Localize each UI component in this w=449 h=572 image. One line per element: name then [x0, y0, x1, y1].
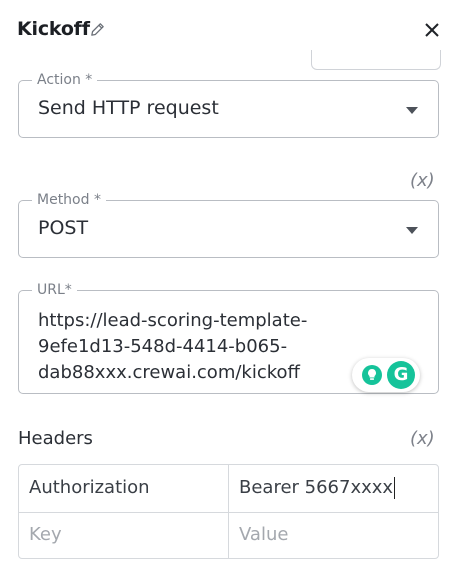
new-header-key-input[interactable]: Key [19, 512, 229, 559]
text-cursor [394, 477, 396, 499]
caret-down-icon[interactable] [406, 227, 418, 234]
method-label: Method * [32, 191, 106, 209]
close-icon[interactable] [423, 21, 441, 39]
method-variable-button[interactable]: (x) [410, 170, 435, 191]
panel-title: Kickoff [17, 18, 90, 40]
headers-variable-button[interactable]: (x) [410, 428, 435, 449]
grammarly-icon[interactable]: G [387, 361, 415, 389]
table-row: Authorization Bearer 5667xxxx [19, 465, 438, 513]
pencil-icon[interactable] [89, 21, 106, 38]
headers-table: Authorization Bearer 5667xxxx Key Value [18, 464, 439, 559]
grammarly-widget[interactable]: G [352, 358, 420, 392]
action-value: Send HTTP request [38, 97, 219, 119]
url-value[interactable]: https://lead-scoring-template- 9efe1d13-… [38, 308, 358, 386]
header-value-input[interactable]: Bearer 5667xxxx [229, 465, 438, 512]
scrolled-button-stub [311, 50, 441, 70]
header-key-input[interactable]: Authorization [19, 465, 229, 512]
headers-label: Headers [18, 428, 93, 449]
action-select[interactable]: Action * Send HTTP request [18, 71, 439, 138]
new-header-value-input[interactable]: Value [229, 512, 438, 559]
action-label: Action * [32, 71, 98, 89]
table-row: Key Value [19, 512, 438, 559]
lightbulb-icon[interactable] [361, 364, 383, 386]
method-value: POST [38, 217, 89, 239]
header-value-text: Bearer 5667xxxx [239, 477, 394, 498]
method-select[interactable]: Method * POST [18, 191, 439, 258]
caret-down-icon[interactable] [406, 107, 418, 114]
